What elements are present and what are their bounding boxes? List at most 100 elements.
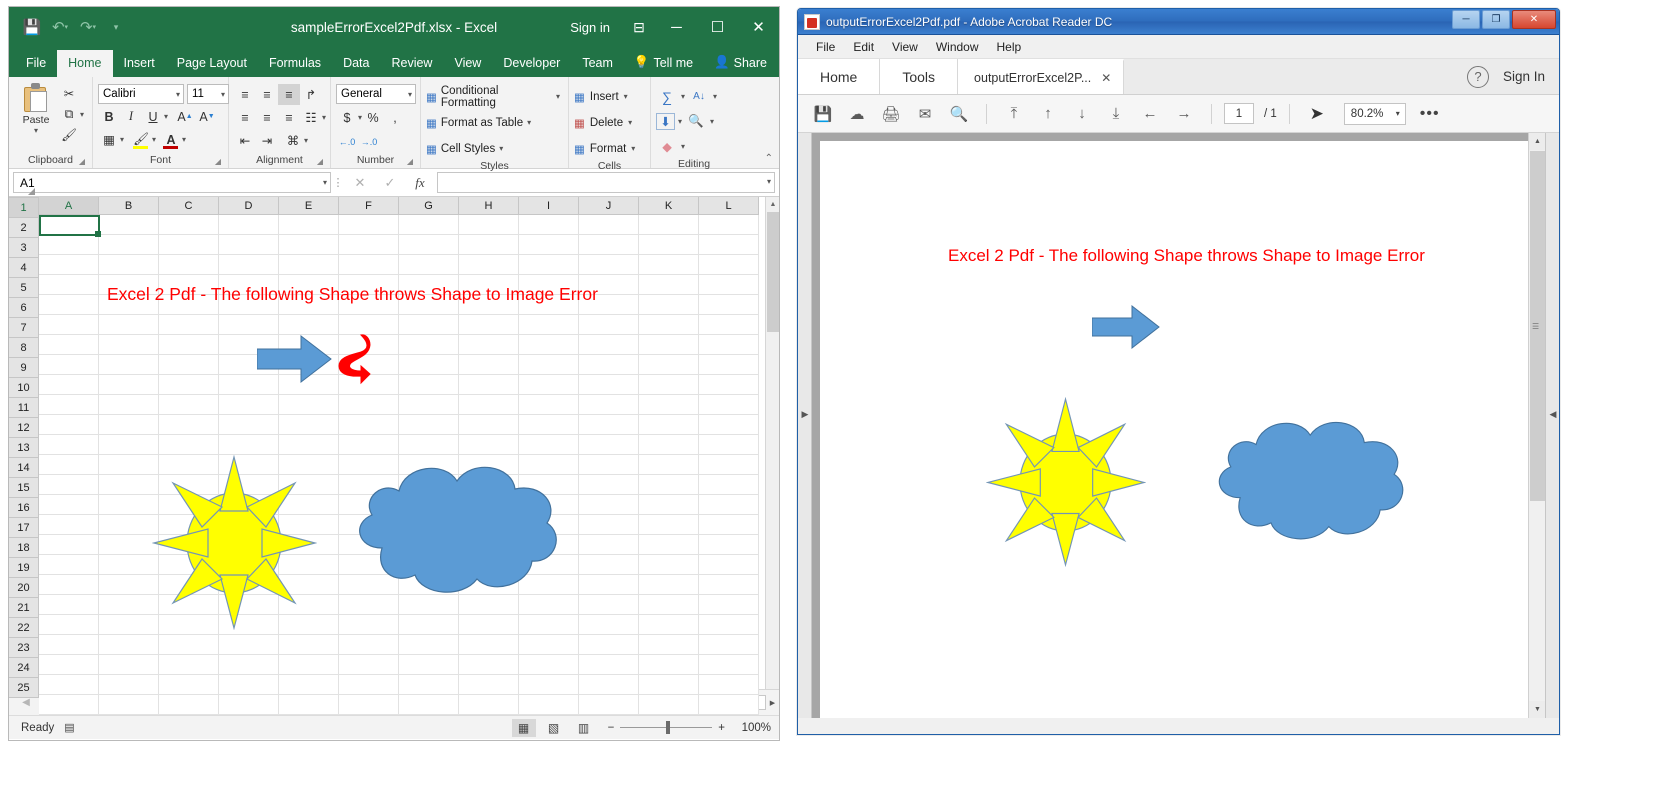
zoom-out-button[interactable]: − [608, 722, 615, 734]
yellow-sun-shape[interactable] [152, 455, 317, 630]
column-header-A[interactable]: A [39, 197, 99, 215]
blue-cloud-shape[interactable] [337, 453, 567, 603]
fill-icon[interactable]: ⬇ [656, 113, 675, 130]
cell-F22[interactable] [339, 635, 399, 655]
right-panel-toggle[interactable]: ◀ [1545, 133, 1559, 718]
format-painter-icon[interactable]: 🖌 [58, 125, 80, 146]
cell-K1[interactable] [639, 215, 699, 235]
align-center-icon[interactable]: ≡ [256, 107, 278, 128]
cell-J10[interactable] [579, 395, 639, 415]
underline-button[interactable]: U [142, 106, 164, 127]
cell-K8[interactable] [639, 355, 699, 375]
row-header-10[interactable]: 10 [9, 378, 39, 398]
cell-F6[interactable] [339, 315, 399, 335]
cell-H24[interactable] [459, 675, 519, 695]
increase-indent-icon[interactable]: ⇥ [256, 130, 278, 151]
email-icon[interactable]: ✉ [910, 101, 940, 127]
cell-C23[interactable] [159, 655, 219, 675]
cell-J8[interactable] [579, 355, 639, 375]
column-header-C[interactable]: C [159, 197, 219, 215]
cell-D23[interactable] [219, 655, 279, 675]
cell-D3[interactable] [219, 255, 279, 275]
cell-F12[interactable] [339, 435, 399, 455]
customize-qat-icon[interactable]: ▾ [103, 14, 129, 40]
font-size-caret-icon[interactable]: ▾ [221, 90, 225, 99]
font-name-input[interactable]: Calibri ▾ [98, 84, 184, 104]
cell-D11[interactable] [219, 415, 279, 435]
scroll-up-icon[interactable]: ▲ [766, 197, 780, 211]
zoom-in-button[interactable]: + [718, 722, 725, 734]
cell-I25[interactable] [519, 695, 579, 715]
bold-button[interactable]: B [98, 106, 120, 127]
cell-F1[interactable] [339, 215, 399, 235]
cell-D24[interactable] [219, 675, 279, 695]
first-page-icon[interactable]: ⤒ [999, 101, 1029, 127]
font-dialog-launcher[interactable]: ◢ [215, 157, 221, 166]
sort-filter-caret-icon[interactable]: ▾ [713, 92, 717, 101]
cancel-formula-icon[interactable]: ✕ [345, 175, 375, 191]
cell-L21[interactable] [699, 615, 759, 635]
cell-J18[interactable] [579, 555, 639, 575]
cell-J24[interactable] [579, 675, 639, 695]
view-page-layout-button[interactable]: ▧ [542, 719, 566, 737]
excel-minimize-button[interactable]: ─ [656, 7, 697, 47]
cell-J3[interactable] [579, 255, 639, 275]
cell-A1[interactable] [39, 215, 99, 235]
column-header-F[interactable]: F [339, 197, 399, 215]
cell-A14[interactable] [39, 475, 99, 495]
cell-L6[interactable] [699, 315, 759, 335]
align-top-icon[interactable]: ≡ [234, 84, 256, 105]
decrease-decimal-icon[interactable]: →.0 [358, 131, 380, 152]
tab-formulas[interactable]: Formulas [258, 50, 332, 77]
cell-J7[interactable] [579, 335, 639, 355]
cell-A6[interactable] [39, 315, 99, 335]
find-select-icon[interactable]: 🔍 [685, 111, 707, 132]
cell-F21[interactable] [339, 615, 399, 635]
cell-I11[interactable] [519, 415, 579, 435]
cell-H12[interactable] [459, 435, 519, 455]
cell-E2[interactable] [279, 235, 339, 255]
cell-I2[interactable] [519, 235, 579, 255]
next-page-icon[interactable]: ↓ [1067, 101, 1097, 127]
conditional-formatting-button[interactable]: ▦ Conditional Formatting ▾ [426, 85, 563, 108]
cell-I12[interactable] [519, 435, 579, 455]
cell-B20[interactable] [99, 595, 159, 615]
cell-E22[interactable] [279, 635, 339, 655]
row-header-6[interactable]: 6 [9, 298, 39, 318]
cell-K24[interactable] [639, 675, 699, 695]
row-header-16[interactable]: 16 [9, 498, 39, 518]
cell-F23[interactable] [339, 655, 399, 675]
cell-A24[interactable] [39, 675, 99, 695]
cell-G8[interactable] [399, 355, 459, 375]
decrease-indent-icon[interactable]: ⇤ [234, 130, 256, 151]
cell-A18[interactable] [39, 555, 99, 575]
tab-team[interactable]: Team [571, 50, 624, 77]
cell-B25[interactable] [99, 695, 159, 715]
redo-icon[interactable]: ↷▾ [75, 14, 101, 40]
grow-font-icon[interactable]: A▲ [174, 106, 196, 127]
tab-file[interactable]: File [15, 50, 57, 77]
cell-B21[interactable] [99, 615, 159, 635]
row-header-22[interactable]: 22 [9, 618, 39, 638]
insert-cells-button[interactable]: ▦ Insert ▾ [574, 85, 635, 108]
cell-C2[interactable] [159, 235, 219, 255]
cell-D12[interactable] [219, 435, 279, 455]
cell-F24[interactable] [339, 675, 399, 695]
formula-expand-icon[interactable]: ▾ [767, 177, 771, 186]
zoom-caret-icon[interactable]: ▾ [1396, 109, 1400, 118]
save-icon[interactable]: 💾 [19, 14, 45, 40]
cell-C6[interactable] [159, 315, 219, 335]
cell-J22[interactable] [579, 635, 639, 655]
merge-cells-icon[interactable]: ⌘ [282, 130, 304, 151]
cell-J6[interactable] [579, 315, 639, 335]
cell-I22[interactable] [519, 635, 579, 655]
cell-C3[interactable] [159, 255, 219, 275]
borders-icon[interactable]: ▦ [98, 129, 120, 150]
cell-B11[interactable] [99, 415, 159, 435]
cell-J16[interactable] [579, 515, 639, 535]
tab-data[interactable]: Data [332, 50, 380, 77]
cell-L14[interactable] [699, 475, 759, 495]
cell-L10[interactable] [699, 395, 759, 415]
cell-A20[interactable] [39, 595, 99, 615]
cell-A4[interactable] [39, 275, 99, 295]
